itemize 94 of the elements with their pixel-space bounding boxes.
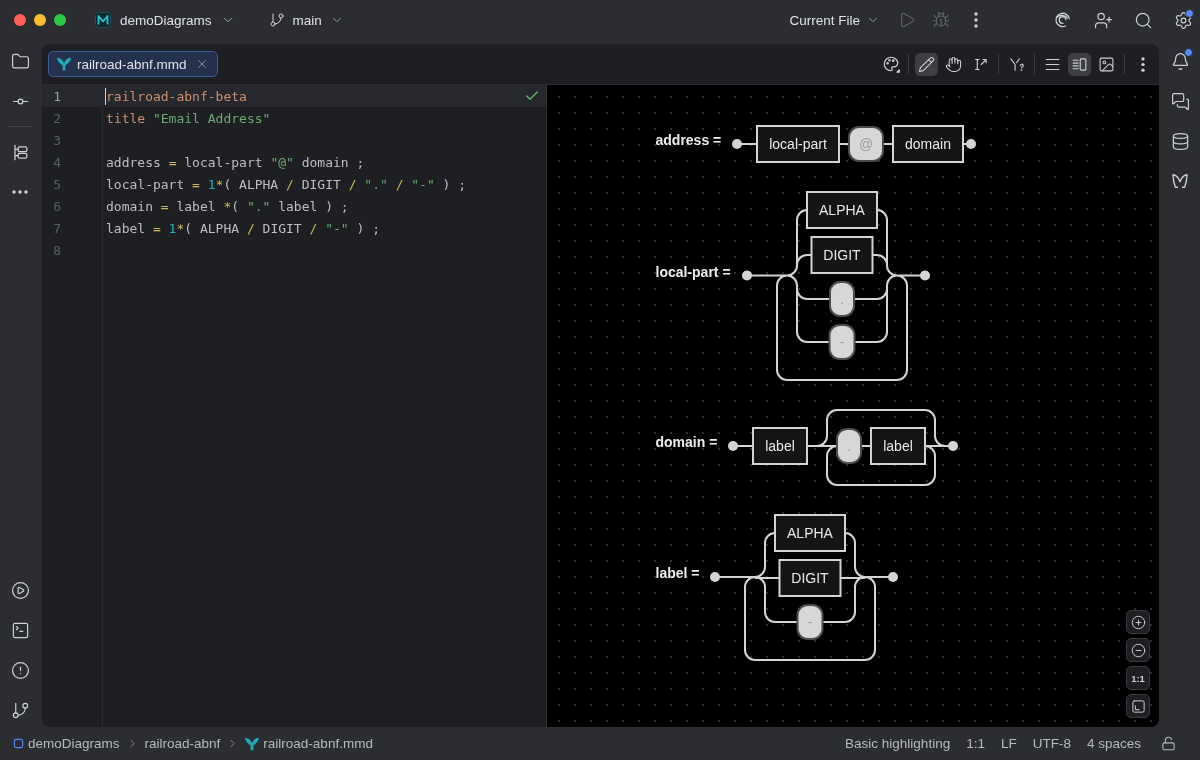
split-view-icon [1071, 55, 1088, 73]
git-icon[interactable] [10, 700, 30, 720]
bell-icon[interactable] [1170, 51, 1190, 71]
mermaid-tail-icon [57, 57, 71, 71]
rule-name: address = [655, 131, 722, 149]
text-caret [105, 87, 106, 105]
rule-name: local-part = [655, 262, 731, 281]
line-number: 1 [52, 88, 61, 104]
terminal-node: @ [848, 126, 885, 162]
breadcrumb[interactable]: railroad-abnf [144, 736, 221, 751]
start-dot-icon [732, 139, 743, 149]
line-number: 3 [52, 132, 61, 148]
code-line: title "Email Address" [106, 110, 271, 126]
search-icon [1133, 10, 1153, 30]
code-line: local-part = 1*( ALPHA / DIGIT / "." / "-" ) ; [106, 176, 467, 192]
fit-frame-icon [1130, 698, 1146, 714]
line-number: 8 [52, 242, 61, 258]
more-icon[interactable] [12, 190, 28, 194]
status-widget[interactable]: LF [1000, 736, 1017, 751]
unlocked-icon[interactable] [1161, 736, 1176, 751]
status-widget[interactable]: UTF-8 [1032, 736, 1071, 751]
nonterminal-node: ALPHA [774, 514, 847, 552]
kebab-menu-icon [974, 12, 978, 28]
terminal-icon[interactable] [10, 620, 30, 640]
services-icon[interactable] [10, 580, 30, 600]
rule-name: domain = [655, 433, 718, 451]
project-selector[interactable]: demoDiagrams [95, 12, 235, 28]
zoom-out-icon [1130, 642, 1146, 658]
zoom-out-button[interactable] [1126, 638, 1150, 662]
code-line: railroad-abnf-beta [106, 88, 247, 104]
spiral-icon [1053, 10, 1073, 30]
mermaid-tail-icon [245, 736, 260, 751]
terminal-node: . [836, 428, 863, 464]
zoom-window-button[interactable] [54, 14, 66, 26]
nonterminal-node: label [870, 427, 927, 465]
nonterminal-node: ALPHA [805, 191, 878, 229]
zoom-in-button[interactable] [1126, 610, 1150, 634]
run-configuration-selector[interactable]: Current File [789, 12, 880, 28]
start-dot-icon [710, 572, 721, 582]
fit-to-window-button[interactable] [1126, 694, 1150, 718]
folder-icon[interactable] [10, 51, 30, 71]
rule-name: label = [655, 564, 700, 582]
breadcrumb[interactable]: demoDiagrams [13, 736, 120, 751]
palette-icon [881, 55, 900, 73]
end-dot-icon [948, 441, 959, 451]
line-number: 4 [52, 154, 61, 170]
module-square-icon [13, 738, 24, 749]
nonterminal-node: domain [892, 125, 965, 163]
end-dot-icon [888, 572, 899, 582]
fork-icon [1008, 55, 1025, 73]
bug-icon [932, 11, 950, 29]
end-dot-icon [966, 139, 977, 149]
line-number: 6 [52, 198, 61, 214]
play-icon [898, 11, 916, 29]
database-icon[interactable] [1170, 131, 1190, 151]
nonterminal-node: DIGIT [778, 559, 842, 597]
end-dot-icon [919, 270, 930, 281]
nonterminal-node: local-part [756, 125, 841, 163]
status-widget[interactable]: 1:1 [966, 736, 985, 751]
chat-icon[interactable] [1170, 91, 1190, 111]
settings-icon [1173, 10, 1193, 30]
project-logo-icon [95, 12, 111, 28]
person-add-icon [1093, 10, 1113, 30]
line-number: 2 [52, 110, 61, 126]
line-number: 7 [52, 220, 61, 236]
terminal-node: . [828, 281, 855, 317]
image-icon [1098, 55, 1115, 73]
branch-selector[interactable]: main [268, 12, 344, 28]
nonterminal-node: label [752, 427, 809, 465]
close-window-button[interactable] [14, 14, 26, 26]
minimize-window-button[interactable] [34, 14, 46, 26]
editor-and-preview-button[interactable] [1068, 52, 1091, 76]
problems-icon[interactable] [10, 660, 30, 680]
code-line: domain = label *( "." label ) ; [106, 198, 349, 214]
zoom-in-icon [1130, 614, 1146, 630]
editor-tab[interactable]: railroad-abnf.mmd [48, 51, 218, 77]
status-widget[interactable]: 4 spaces [1086, 736, 1141, 751]
draw-tool-button[interactable] [915, 52, 938, 76]
terminal-node: - [828, 324, 856, 360]
line-number: 5 [52, 176, 61, 192]
nonterminal-node: DIGIT [810, 236, 874, 274]
kebab-menu-icon [1140, 56, 1145, 72]
terminal-node: - [796, 604, 824, 640]
branch-icon [268, 12, 285, 28]
start-dot-icon [728, 441, 739, 451]
actual-size-button[interactable]: 1:1 [1126, 666, 1150, 690]
code-line: label = 1*( ALPHA / DIGIT / "-" ) ; [106, 220, 380, 236]
start-dot-icon [741, 270, 752, 281]
status-widget[interactable]: Basic highlighting [845, 736, 951, 751]
mermaid-logo-icon[interactable] [1170, 171, 1190, 191]
code-line: address = local-part "@" domain ; [106, 154, 365, 170]
breadcrumb[interactable]: railroad-abnf.mmd [245, 736, 373, 751]
pencil-icon [918, 55, 935, 73]
hand-icon [945, 55, 962, 73]
